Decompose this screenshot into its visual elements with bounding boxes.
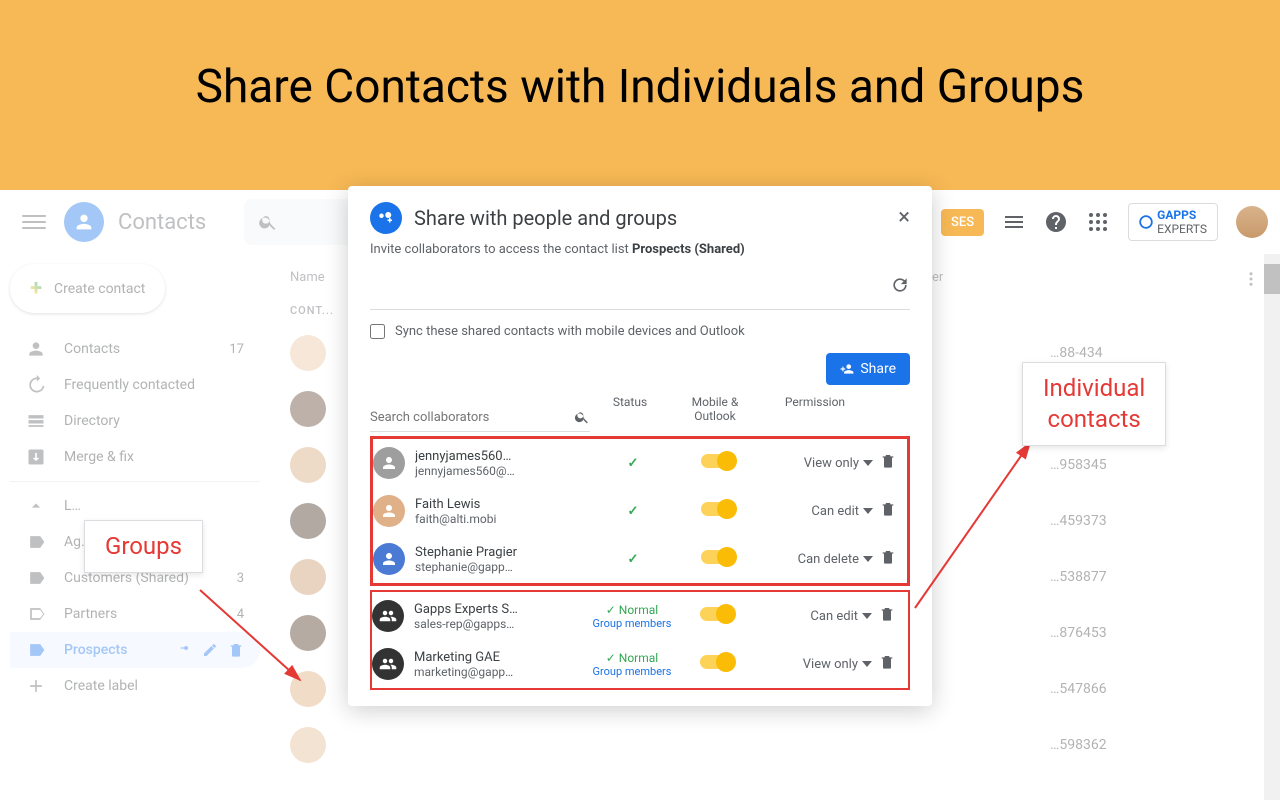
group-members-link[interactable]: Group members <box>592 665 672 678</box>
invite-input[interactable] <box>370 261 910 310</box>
banner-title: Share Contacts with Individuals and Grou… <box>196 60 1085 114</box>
avatar <box>373 495 405 527</box>
avatar <box>373 543 405 575</box>
share-modal-icon <box>370 202 402 234</box>
group-avatar-icon <box>372 600 404 632</box>
modal-subtitle: Invite collaborators to access the conta… <box>370 242 910 257</box>
close-icon[interactable]: × <box>898 207 910 229</box>
group-members-link[interactable]: Group members <box>592 617 672 630</box>
delete-icon[interactable] <box>880 549 896 565</box>
arrow-groups <box>190 580 320 700</box>
collaborator-name: Stephanie Pragier <box>415 545 593 560</box>
group-email: marketing@gapp… <box>414 665 592 679</box>
mobile-toggle[interactable] <box>700 655 734 669</box>
permission-dropdown[interactable]: Can edit <box>762 609 872 624</box>
permission-dropdown[interactable]: View only <box>763 456 873 471</box>
group-name: Gapps Experts S… <box>414 602 592 617</box>
apps-grid-icon[interactable] <box>1086 210 1110 234</box>
promo-banner: Share Contacts with Individuals and Grou… <box>0 0 1280 190</box>
share-button[interactable]: Share <box>826 353 910 385</box>
settings-menu-icon[interactable] <box>1002 210 1026 234</box>
modal-title: Share with people and groups <box>414 206 677 230</box>
mobile-toggle[interactable] <box>701 454 735 468</box>
groups-box: Gapps Experts S…sales-rep@gapps…✓ Normal… <box>370 590 910 690</box>
search-collaborators-input[interactable] <box>370 410 574 425</box>
status-normal: ✓ Normal <box>592 603 672 617</box>
collaborator-group-row: Marketing GAEmarketing@gapp…✓ NormalGrou… <box>372 640 908 688</box>
scrollbar[interactable] <box>1264 254 1280 800</box>
permission-dropdown[interactable]: Can delete <box>763 552 873 567</box>
collaborator-email: faith@alti.mobi <box>415 512 593 526</box>
group-name: Marketing GAE <box>414 650 592 665</box>
collaborator-row: jennyjames560…jennyjames560@… ✓ View only <box>373 439 907 487</box>
delete-icon[interactable] <box>880 453 896 469</box>
callout-groups: Groups <box>84 520 203 573</box>
col-permission: Permission <box>760 395 870 432</box>
account-avatar[interactable] <box>1236 206 1268 238</box>
check-icon: ✓ <box>628 456 639 471</box>
group-avatar-icon <box>372 648 404 680</box>
group-email: sales-rep@gapps… <box>414 617 592 631</box>
arrow-individuals <box>910 438 1040 618</box>
mobile-toggle[interactable] <box>701 550 735 564</box>
individuals-box: jennyjames560…jennyjames560@…✓View only … <box>370 436 910 586</box>
collaborator-email: jennyjames560@… <box>415 464 593 478</box>
col-status: Status <box>590 395 670 432</box>
sync-checkbox[interactable] <box>370 324 385 339</box>
help-icon[interactable] <box>1044 210 1068 234</box>
sync-label: Sync these shared contacts with mobile d… <box>395 324 745 339</box>
avatar <box>373 447 405 479</box>
delete-icon[interactable] <box>879 654 895 670</box>
col-mobile: Mobile & Outlook <box>670 395 760 432</box>
share-modal: Share with people and groups × Invite co… <box>348 186 932 706</box>
status-normal: ✓ Normal <box>592 651 672 665</box>
licenses-button[interactable]: SES <box>941 209 984 236</box>
mobile-toggle[interactable] <box>700 607 734 621</box>
gapps-experts-badge[interactable]: GAPPSEXPERTS <box>1128 203 1218 241</box>
person-add-icon <box>840 362 854 376</box>
permission-dropdown[interactable]: Can edit <box>763 504 873 519</box>
gapps-logo-icon <box>1139 215 1153 229</box>
collaborator-name: Faith Lewis <box>415 497 593 512</box>
collaborator-group-row: Gapps Experts S…sales-rep@gapps…✓ Normal… <box>372 592 908 640</box>
refresh-icon[interactable] <box>890 275 910 295</box>
check-icon: ✓ <box>628 552 639 567</box>
callout-individuals: Individualcontacts <box>1022 362 1166 446</box>
check-icon: ✓ <box>628 504 639 519</box>
collaborator-row: Stephanie Pragierstephanie@gapp… ✓ Can del… <box>373 535 907 583</box>
permission-dropdown[interactable]: View only <box>762 657 872 672</box>
collaborator-row: Faith Lewisfaith@alti.mobi ✓ Can edit <box>373 487 907 535</box>
collaborator-name: jennyjames560… <box>415 449 593 464</box>
search-icon[interactable] <box>574 409 590 425</box>
mobile-toggle[interactable] <box>701 502 735 516</box>
delete-icon[interactable] <box>880 501 896 517</box>
collaborator-email: stephanie@gapp… <box>415 560 593 574</box>
delete-icon[interactable] <box>879 606 895 622</box>
